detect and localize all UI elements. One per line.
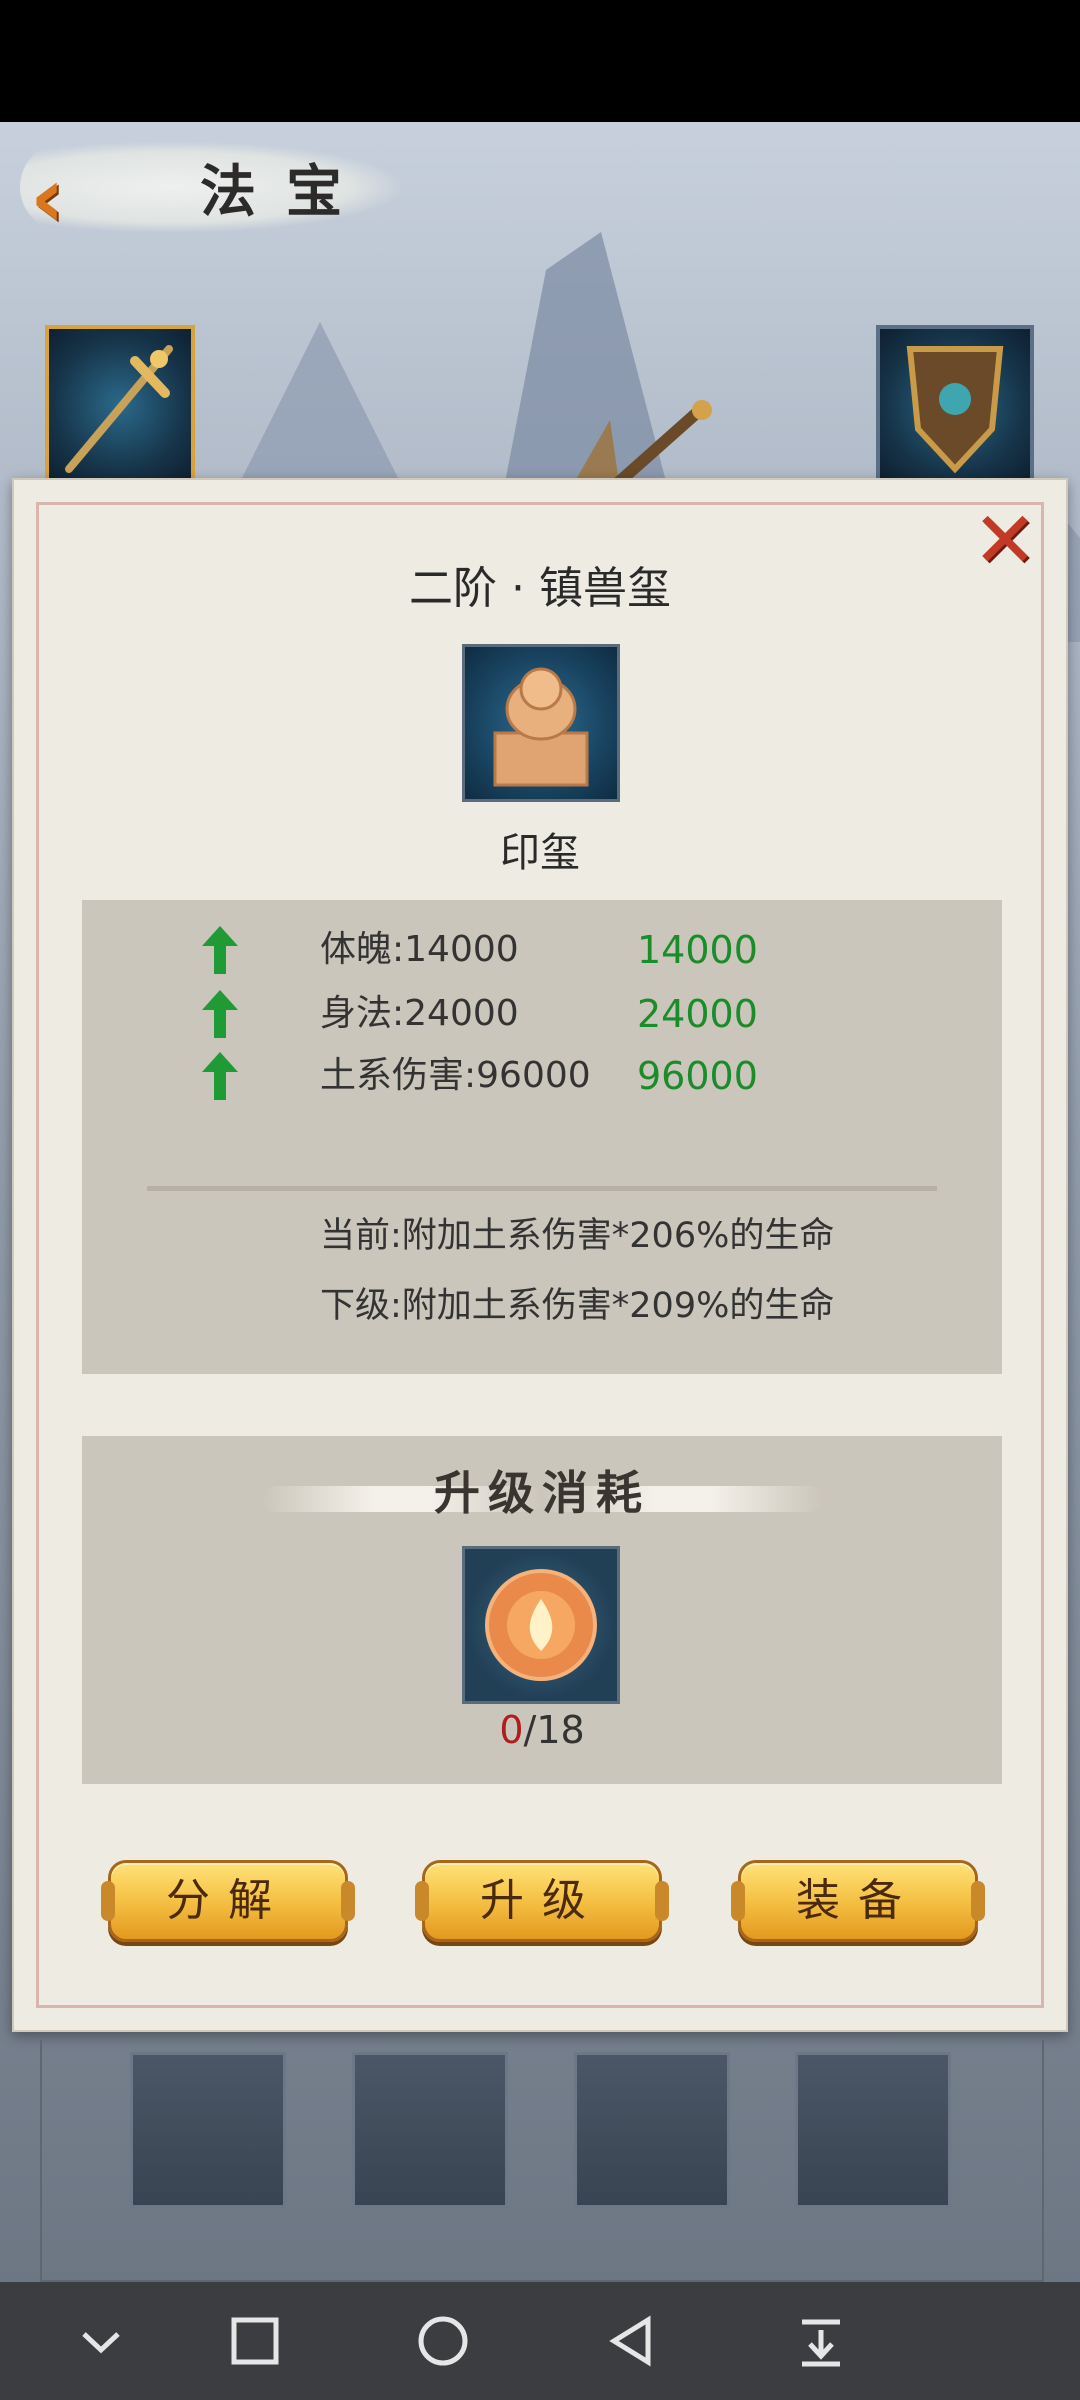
treasure-slot-sword[interactable] <box>45 325 195 485</box>
stat-next-value: 96000 <box>637 1054 758 1098</box>
item-type: 印玺 <box>500 830 580 876</box>
inventory-slot[interactable] <box>574 2052 730 2208</box>
upgrade-cost-panel: 升级消耗 0/18 <box>82 1436 1002 1784</box>
inventory-slot[interactable] <box>130 2052 286 2208</box>
page-title: 法宝 <box>200 159 372 225</box>
top-bar: ‹ 法宝 <box>0 122 1080 252</box>
stat-row: 土系伤害:96000 96000 <box>82 1046 1002 1106</box>
fire-orb-icon <box>485 1569 597 1681</box>
inventory-slot[interactable] <box>795 2052 951 2208</box>
system-nav-bar <box>0 2282 1080 2400</box>
material-required: /18 <box>523 1708 585 1752</box>
inventory-row <box>0 2052 1080 2212</box>
download-lines-icon[interactable] <box>786 2306 856 2376</box>
material-owned: 0 <box>499 1708 524 1752</box>
up-arrow-icon <box>202 926 238 974</box>
upgrade-button[interactable]: 升级 <box>415 1860 669 1942</box>
back-arrow-icon[interactable]: ‹ <box>30 155 100 239</box>
decompose-button[interactable]: 分解 <box>101 1860 355 1942</box>
chevron-down-icon[interactable] <box>66 2306 136 2376</box>
stat-label: 土系伤害:96000 <box>320 1055 591 1096</box>
stat-label: 身法:24000 <box>320 993 519 1034</box>
stat-label: 体魄:14000 <box>320 929 519 970</box>
item-seal-icon <box>462 644 620 802</box>
sword-icon <box>65 345 173 473</box>
shield-icon <box>906 346 1004 474</box>
item-title: 二阶 · 镇兽玺 <box>409 563 671 614</box>
effect-current: 当前:附加土系伤害*206%的生命 <box>320 1216 835 1256</box>
lion-seal-icon <box>493 667 589 787</box>
stat-row: 体魄:14000 14000 <box>82 920 1002 980</box>
square-icon[interactable] <box>220 2306 290 2376</box>
cost-header: 升级消耗 <box>82 1458 1002 1528</box>
effect-next: 下级:附加土系伤害*209%的生命 <box>320 1286 835 1326</box>
treasure-slot-shield[interactable] <box>876 325 1034 485</box>
cost-count: 0/18 <box>82 1708 1002 1752</box>
material-orb-icon[interactable] <box>462 1546 620 1704</box>
treasure-detail-dialog: ✕ 二阶 · 镇兽玺 印玺 体魄:14000 14000 身法:24000 24… <box>12 478 1068 2032</box>
triangle-back-icon[interactable] <box>598 2306 668 2376</box>
equip-button[interactable]: 装备 <box>731 1860 985 1942</box>
stat-row: 身法:24000 24000 <box>82 984 1002 1044</box>
divider <box>147 1186 937 1191</box>
stat-next-value: 14000 <box>637 928 758 972</box>
inventory-slot[interactable] <box>352 2052 508 2208</box>
circle-icon[interactable] <box>408 2306 478 2376</box>
stat-next-value: 24000 <box>637 992 758 1036</box>
cost-title: 升级消耗 <box>434 1466 650 1520</box>
action-buttons: 分解 升级 装备 <box>14 1860 1066 1950</box>
stats-panel: 体魄:14000 14000 身法:24000 24000 土系伤害:96000… <box>82 900 1002 1374</box>
up-arrow-icon <box>202 990 238 1038</box>
up-arrow-icon <box>202 1052 238 1100</box>
